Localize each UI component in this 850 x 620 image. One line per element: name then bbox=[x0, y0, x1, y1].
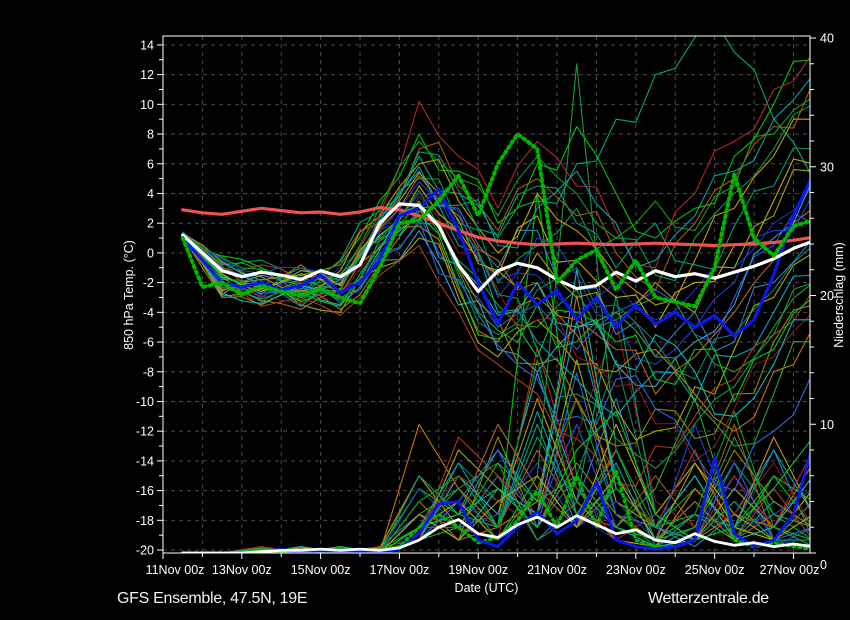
svg-text:19Nov 00z: 19Nov 00z bbox=[448, 563, 508, 577]
svg-text:12: 12 bbox=[140, 68, 154, 82]
svg-text:-2: -2 bbox=[143, 276, 154, 290]
svg-text:0: 0 bbox=[147, 246, 154, 260]
svg-text:8: 8 bbox=[147, 128, 154, 142]
svg-text:-6: -6 bbox=[143, 336, 154, 350]
x-axis-label: Date (UTC) bbox=[455, 581, 519, 595]
svg-text:-20: -20 bbox=[136, 544, 154, 558]
svg-text:23Nov 00z: 23Nov 00z bbox=[606, 563, 666, 577]
svg-text:11Nov 00z: 11Nov 00z bbox=[146, 563, 205, 577]
svg-text:10: 10 bbox=[820, 418, 834, 432]
svg-text:14: 14 bbox=[140, 38, 154, 52]
svg-text:40: 40 bbox=[820, 32, 834, 46]
svg-text:21Nov 00z: 21Nov 00z bbox=[527, 563, 587, 577]
svg-text:-4: -4 bbox=[143, 306, 154, 320]
site-credit: Wetterzentrale.de bbox=[648, 590, 769, 608]
meteogram-page: Dunavarsány (HU) 850 hPa Temp. & Nieders… bbox=[0, 0, 850, 620]
svg-text:-8: -8 bbox=[143, 365, 154, 379]
svg-text:30: 30 bbox=[820, 160, 834, 174]
right-axis-label: Niederschlag (mm) bbox=[832, 242, 846, 348]
svg-text:6: 6 bbox=[147, 157, 154, 171]
svg-text:2: 2 bbox=[147, 217, 154, 231]
svg-text:10: 10 bbox=[140, 98, 154, 112]
svg-text:17Nov 00z: 17Nov 00z bbox=[370, 563, 430, 577]
svg-text:13Nov 00z: 13Nov 00z bbox=[212, 563, 272, 577]
meteogram-chart: 14 12 10 8 6 4 2 0 -2 -4 -6 -8 -10 -12 -14 -16 -18 -20 40 3… bbox=[0, 0, 850, 620]
left-axis-label: 850 hPa Temp. (°C) bbox=[122, 240, 136, 350]
svg-text:-16: -16 bbox=[136, 484, 154, 498]
svg-text:27Nov 00z: 27Nov 00z bbox=[760, 563, 820, 577]
model-info: GFS Ensemble, 47.5N, 19E bbox=[117, 590, 307, 608]
svg-text:4: 4 bbox=[147, 187, 154, 201]
svg-text:0: 0 bbox=[820, 558, 827, 572]
svg-text:-14: -14 bbox=[136, 454, 154, 468]
svg-text:25Nov 00z: 25Nov 00z bbox=[685, 563, 745, 577]
svg-text:-18: -18 bbox=[136, 514, 154, 528]
svg-text:15Nov 00z: 15Nov 00z bbox=[291, 563, 351, 577]
svg-text:-12: -12 bbox=[136, 425, 154, 439]
svg-text:-10: -10 bbox=[136, 395, 154, 409]
